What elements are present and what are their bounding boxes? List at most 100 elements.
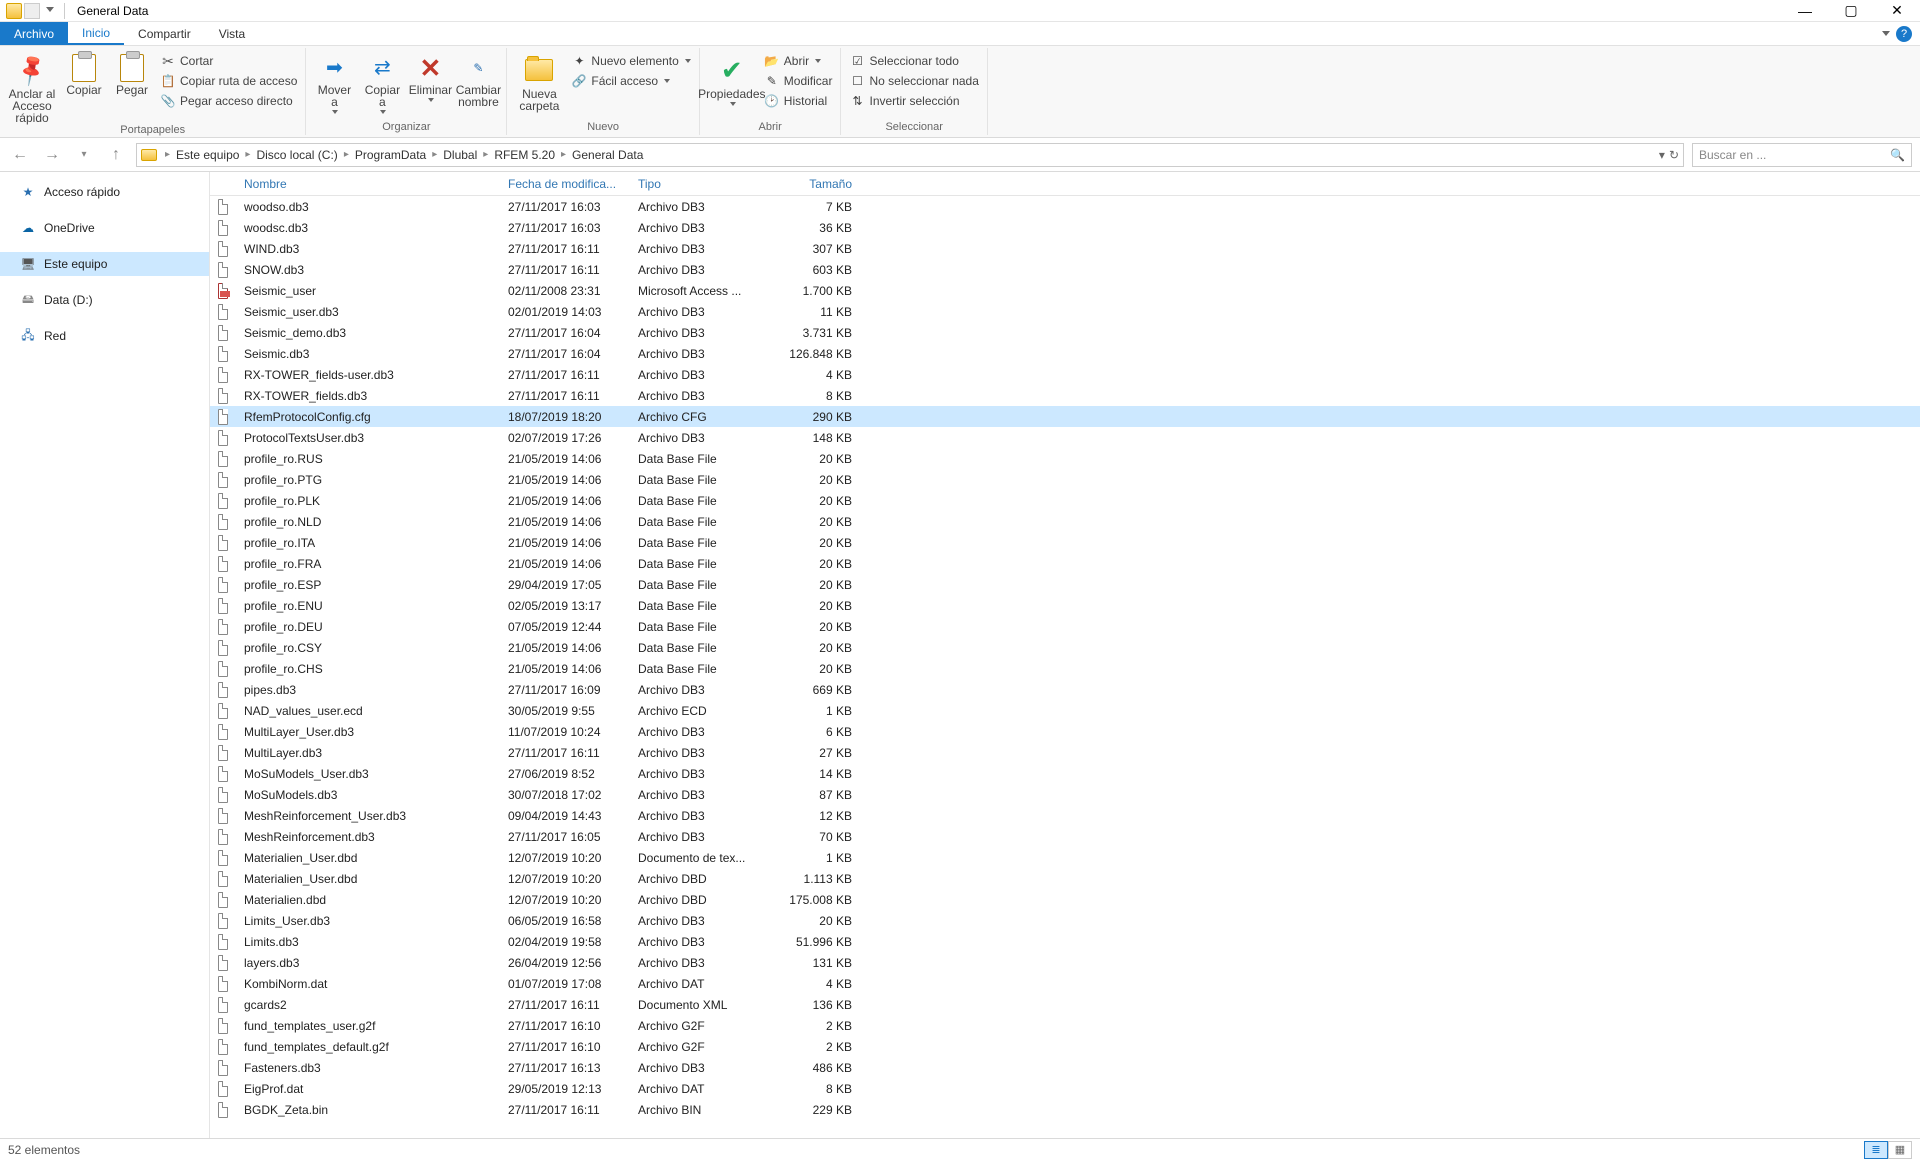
file-row[interactable]: Seismic.db327/11/2017 16:04Archivo DB312… (210, 343, 1920, 364)
crumb[interactable]: Disco local (C:) (254, 148, 339, 162)
minimize-button[interactable]: ― (1782, 0, 1828, 22)
file-row[interactable]: gcards227/11/2017 16:11Documento XML136 … (210, 994, 1920, 1015)
breadcrumb[interactable]: ▸ Este equipo▸ Disco local (C:)▸ Program… (136, 143, 1684, 167)
file-row[interactable]: NAD_values_user.ecd30/05/2019 9:55Archiv… (210, 700, 1920, 721)
file-row[interactable]: MeshReinforcement.db327/11/2017 16:05Arc… (210, 826, 1920, 847)
col-size[interactable]: Tamaño (760, 177, 860, 191)
delete-button[interactable]: ✕Eliminar (408, 50, 452, 102)
new-item-button[interactable]: ✦Nuevo elemento (569, 52, 692, 70)
file-row[interactable]: Seismic_user02/11/2008 23:31Microsoft Ac… (210, 280, 1920, 301)
open-button[interactable]: 📂Abrir (762, 52, 835, 70)
file-row[interactable]: MultiLayer.db327/11/2017 16:11Archivo DB… (210, 742, 1920, 763)
file-row[interactable]: woodso.db327/11/2017 16:03Archivo DB37 K… (210, 196, 1920, 217)
file-row[interactable]: pipes.db327/11/2017 16:09Archivo DB3669 … (210, 679, 1920, 700)
file-row[interactable]: SNOW.db327/11/2017 16:11Archivo DB3603 K… (210, 259, 1920, 280)
file-row[interactable]: MoSuModels.db330/07/2018 17:02Archivo DB… (210, 784, 1920, 805)
back-button[interactable]: ← (8, 143, 32, 167)
file-row[interactable]: Limits.db302/04/2019 19:58Archivo DB351.… (210, 931, 1920, 952)
file-row[interactable]: MoSuModels_User.db327/06/2019 8:52Archiv… (210, 763, 1920, 784)
file-row[interactable]: profile_ro.NLD21/05/2019 14:06Data Base … (210, 511, 1920, 532)
crumb[interactable]: General Data (570, 148, 645, 162)
forward-button[interactable]: → (40, 143, 64, 167)
file-row[interactable]: MeshReinforcement_User.db309/04/2019 14:… (210, 805, 1920, 826)
file-row[interactable]: KombiNorm.dat01/07/2019 17:08Archivo DAT… (210, 973, 1920, 994)
select-all-button[interactable]: ☑Seleccionar todo (847, 52, 980, 70)
help-icon[interactable]: ? (1896, 26, 1912, 42)
file-row[interactable]: profile_ro.CSY21/05/2019 14:06Data Base … (210, 637, 1920, 658)
paste-shortcut-button[interactable]: 📎Pegar acceso directo (158, 92, 299, 110)
file-row[interactable]: RX-TOWER_fields-user.db327/11/2017 16:11… (210, 364, 1920, 385)
copy-button[interactable]: Copiar (62, 50, 106, 96)
file-row[interactable]: profile_ro.FRA21/05/2019 14:06Data Base … (210, 553, 1920, 574)
copy-path-button[interactable]: 📋Copiar ruta de acceso (158, 72, 299, 90)
tab-archivo[interactable]: Archivo (0, 22, 68, 45)
details-view-button[interactable]: ≣ (1864, 1141, 1888, 1159)
crumb[interactable]: Dlubal (441, 148, 479, 162)
cut-button[interactable]: ✂Cortar (158, 52, 299, 70)
file-row[interactable]: Materialien.dbd12/07/2019 10:20Archivo D… (210, 889, 1920, 910)
tab-compartir[interactable]: Compartir (124, 22, 205, 45)
file-row[interactable]: profile_ro.PTG21/05/2019 14:06Data Base … (210, 469, 1920, 490)
file-row[interactable]: profile_ro.ESP29/04/2019 17:05Data Base … (210, 574, 1920, 595)
refresh-icon[interactable]: ↻ (1669, 148, 1679, 162)
maximize-button[interactable]: ▢ (1828, 0, 1874, 22)
file-row[interactable]: profile_ro.ITA21/05/2019 14:06Data Base … (210, 532, 1920, 553)
file-row[interactable]: RX-TOWER_fields.db327/11/2017 16:11Archi… (210, 385, 1920, 406)
sidebar-item-drive-d[interactable]: 🖴Data (D:) (0, 288, 209, 312)
invert-selection-button[interactable]: ⇅Invertir selección (847, 92, 980, 110)
pin-to-quick-access-button[interactable]: 📌 Anclar al Acceso rápido (6, 50, 58, 124)
sidebar-item-onedrive[interactable]: ☁OneDrive (0, 216, 209, 240)
ribbon-minimize-icon[interactable] (1882, 31, 1890, 36)
file-row[interactable]: EigProf.dat29/05/2019 12:13Archivo DAT8 … (210, 1078, 1920, 1099)
new-folder-button[interactable]: Nueva carpeta (513, 50, 565, 112)
chevron-right-icon[interactable]: ▸ (161, 149, 174, 160)
easy-access-button[interactable]: 🔗Fácil acceso (569, 72, 692, 90)
file-row[interactable]: woodsc.db327/11/2017 16:03Archivo DB336 … (210, 217, 1920, 238)
edit-button[interactable]: ✎Modificar (762, 72, 835, 90)
file-row[interactable]: Fasteners.db327/11/2017 16:13Archivo DB3… (210, 1057, 1920, 1078)
file-row[interactable]: Materialien_User.dbd12/07/2019 10:20Docu… (210, 847, 1920, 868)
crumb[interactable]: RFEM 5.20 (492, 148, 557, 162)
tab-inicio[interactable]: Inicio (68, 22, 124, 45)
tab-vista[interactable]: Vista (205, 22, 259, 45)
history-button[interactable]: 🕑Historial (762, 92, 835, 110)
paste-button[interactable]: Pegar (110, 50, 154, 96)
sidebar-item-this-pc[interactable]: 🖥Este equipo (0, 252, 209, 276)
up-button[interactable]: ↑ (104, 143, 128, 167)
crumb[interactable]: Este equipo (174, 148, 241, 162)
recent-dropdown[interactable]: ▾ (72, 143, 96, 167)
qat-item-icon[interactable] (24, 3, 40, 19)
file-row[interactable]: fund_templates_default.g2f27/11/2017 16:… (210, 1036, 1920, 1057)
file-row[interactable]: Limits_User.db306/05/2019 16:58Archivo D… (210, 910, 1920, 931)
icons-view-button[interactable]: ▦ (1888, 1141, 1912, 1159)
file-row[interactable]: WIND.db327/11/2017 16:11Archivo DB3307 K… (210, 238, 1920, 259)
file-row[interactable]: BGDK_Zeta.bin27/11/2017 16:11Archivo BIN… (210, 1099, 1920, 1120)
rename-button[interactable]: ✎Cambiar nombre (456, 50, 500, 108)
properties-button[interactable]: ✔Propiedades (706, 50, 758, 106)
file-row[interactable]: profile_ro.CHS21/05/2019 14:06Data Base … (210, 658, 1920, 679)
file-row[interactable]: Materialien_User.dbd12/07/2019 10:20Arch… (210, 868, 1920, 889)
sidebar-item-quick-access[interactable]: ★Acceso rápido (0, 180, 209, 204)
search-input[interactable]: Buscar en ... 🔍 (1692, 143, 1912, 167)
file-row[interactable]: RfemProtocolConfig.cfg18/07/2019 18:20Ar… (210, 406, 1920, 427)
crumb[interactable]: ProgramData (353, 148, 428, 162)
file-row[interactable]: MultiLayer_User.db311/07/2019 10:24Archi… (210, 721, 1920, 742)
file-row[interactable]: profile_ro.ENU02/05/2019 13:17Data Base … (210, 595, 1920, 616)
file-row[interactable]: Seismic_demo.db327/11/2017 16:04Archivo … (210, 322, 1920, 343)
col-type[interactable]: Tipo (630, 177, 760, 191)
col-date[interactable]: Fecha de modifica... (500, 177, 630, 191)
file-row[interactable]: ProtocolTextsUser.db302/07/2019 17:26Arc… (210, 427, 1920, 448)
sidebar-item-network[interactable]: 🖧Red (0, 324, 209, 348)
file-row[interactable]: layers.db326/04/2019 12:56Archivo DB3131… (210, 952, 1920, 973)
col-name[interactable]: Nombre (236, 177, 500, 191)
move-to-button[interactable]: ➡Mover a (312, 50, 356, 114)
file-row[interactable]: fund_templates_user.g2f27/11/2017 16:10A… (210, 1015, 1920, 1036)
file-row[interactable]: profile_ro.RUS21/05/2019 14:06Data Base … (210, 448, 1920, 469)
file-row[interactable]: profile_ro.PLK21/05/2019 14:06Data Base … (210, 490, 1920, 511)
chevron-down-icon[interactable] (46, 7, 54, 15)
file-row[interactable]: profile_ro.DEU07/05/2019 12:44Data Base … (210, 616, 1920, 637)
close-button[interactable]: ✕ (1874, 0, 1920, 22)
dropdown-icon[interactable]: ▾ (1659, 148, 1665, 162)
copy-to-button[interactable]: ⇄Copiar a (360, 50, 404, 114)
select-none-button[interactable]: ☐No seleccionar nada (847, 72, 980, 90)
